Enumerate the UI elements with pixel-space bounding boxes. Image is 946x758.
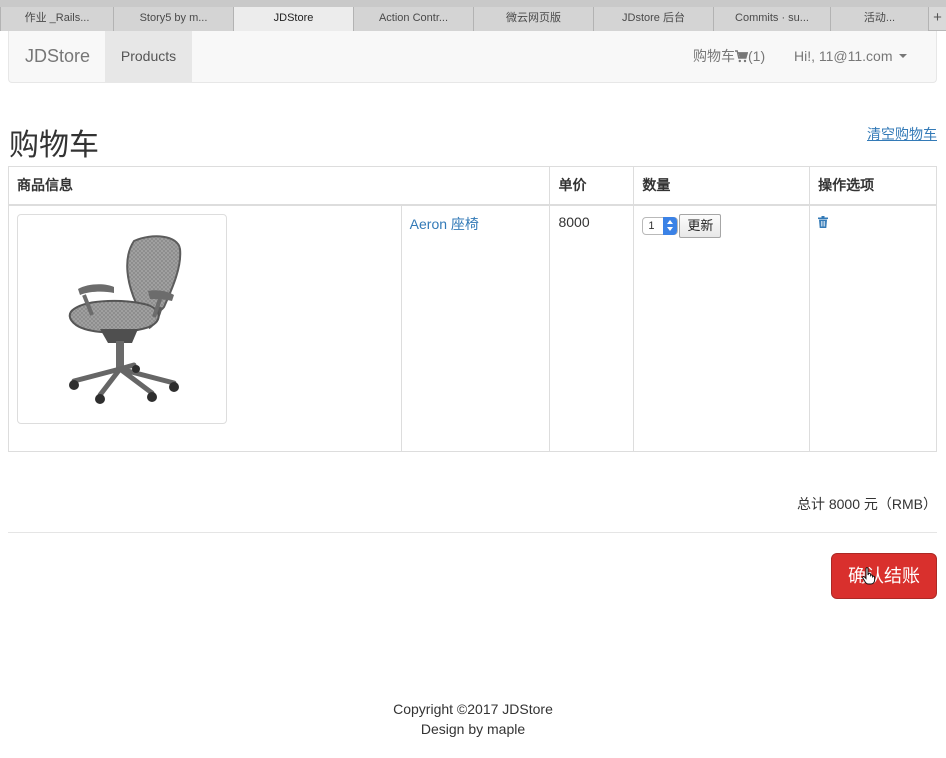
quantity-value: 1 bbox=[648, 219, 655, 232]
browser-tab[interactable]: Story5 by m... bbox=[113, 7, 233, 31]
caret-down-icon bbox=[898, 54, 907, 58]
divider bbox=[8, 532, 937, 533]
header-quantity: 数量 bbox=[633, 166, 811, 206]
header-actions: 操作选项 bbox=[809, 166, 937, 206]
page-title: 购物车 bbox=[9, 129, 99, 162]
shopping-cart-icon bbox=[735, 50, 749, 63]
select-arrows-icon bbox=[663, 216, 678, 235]
quantity-cell: 1 更新 bbox=[633, 204, 811, 452]
checkout-button[interactable]: 确认结账 bbox=[831, 553, 937, 599]
browser-tab[interactable]: 作业 _Rails... bbox=[0, 7, 113, 31]
new-tab-button[interactable]: + bbox=[928, 7, 946, 31]
product-price: 8000 bbox=[558, 213, 590, 230]
update-quantity-button[interactable]: 更新 bbox=[679, 213, 722, 238]
browser-tab[interactable]: Commits · su... bbox=[713, 7, 830, 31]
product-image-cell bbox=[8, 204, 402, 452]
product-thumbnail[interactable] bbox=[17, 213, 227, 424]
browser-chrome-top bbox=[0, 0, 946, 7]
footer-copyright: Copyright ©2017 JDStore bbox=[393, 701, 553, 717]
nav-cart-link[interactable]: 购物车 (1) bbox=[693, 31, 765, 82]
nav-cart-label: 购物车 bbox=[693, 48, 735, 64]
cart-total: 总计 8000 元（RMB） bbox=[796, 496, 937, 512]
footer-design: Design by maple bbox=[420, 721, 526, 737]
clear-cart-link[interactable]: 清空购物车 bbox=[867, 124, 937, 144]
user-dropdown[interactable]: Hi!, 11@11.com bbox=[794, 31, 907, 82]
hand-cursor-icon bbox=[862, 567, 876, 585]
table-row: Aeron 座椅 8000 1 更新 bbox=[8, 204, 937, 452]
browser-tab[interactable]: Action Contr... bbox=[353, 7, 473, 31]
price-cell: 8000 bbox=[549, 204, 635, 452]
user-greeting: Hi!, 11@11.com bbox=[794, 48, 893, 64]
cart-table: 商品信息 单价 数量 操作选项 Aeron 座椅 8000 1 更新 bbox=[7, 166, 937, 452]
product-name-link[interactable]: Aeron 座椅 bbox=[410, 216, 479, 232]
product-name-cell: Aeron 座椅 bbox=[400, 204, 551, 452]
trash-icon[interactable] bbox=[818, 215, 829, 228]
browser-tab[interactable]: 微云网页版 bbox=[473, 7, 593, 31]
table-header-row: 商品信息 单价 数量 操作选项 bbox=[7, 166, 937, 206]
navbar: JDStore Products 购物车 (1) Hi!, 11@11.com bbox=[8, 31, 937, 83]
browser-tab[interactable]: JDstore 后台 bbox=[593, 7, 713, 31]
browser-tab-strip: 作业 _Rails... Story5 by m... JDStore Acti… bbox=[0, 0, 946, 31]
header-product-info: 商品信息 bbox=[7, 166, 551, 206]
brand-link[interactable]: JDStore bbox=[25, 31, 90, 82]
browser-tab-active[interactable]: JDStore bbox=[233, 7, 353, 31]
office-chair-image bbox=[68, 234, 182, 404]
nav-products[interactable]: Products bbox=[105, 31, 192, 82]
nav-cart-count: (1) bbox=[748, 48, 766, 64]
actions-cell bbox=[809, 204, 937, 452]
browser-tab[interactable]: 活动... bbox=[830, 7, 928, 31]
quantity-select[interactable]: 1 bbox=[642, 216, 679, 235]
header-price: 单价 bbox=[549, 166, 635, 206]
